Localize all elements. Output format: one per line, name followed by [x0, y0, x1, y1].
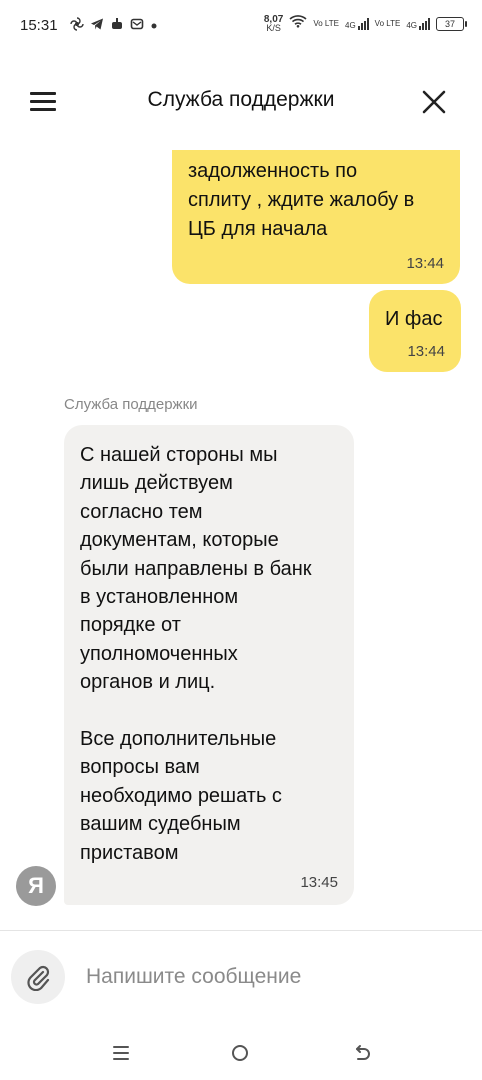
recent-apps-icon[interactable] — [112, 1044, 130, 1062]
status-time: 15:31 — [20, 17, 58, 34]
wifi-icon — [289, 14, 307, 33]
message-time: 13:45 — [300, 874, 338, 891]
message-input[interactable] — [86, 962, 456, 992]
message-text: С нашей стороны мы лишь действуем соглас… — [80, 444, 312, 864]
notification-icons — [70, 17, 158, 33]
sim2-net: 4G — [406, 20, 417, 30]
net-speed-unit: K/S — [266, 22, 281, 33]
game-icon — [110, 17, 124, 33]
fan-icon — [70, 17, 84, 33]
net-speed: 8,07 K/S — [264, 14, 283, 33]
support-avatar: Я — [16, 866, 56, 906]
back-icon[interactable] — [352, 1043, 372, 1063]
outgoing-message: И фас 13:44 — [369, 290, 461, 372]
status-bar: 15:31 8,07 K/S Vo LTE 4G Vo LTE 4G 37 — [0, 0, 482, 56]
mail-icon — [130, 17, 144, 33]
close-icon[interactable] — [420, 88, 448, 116]
message-text: И фас — [385, 308, 443, 330]
system-nav-bar — [0, 1030, 482, 1080]
sender-name: Служба поддержки — [64, 396, 198, 413]
sim1-signal: 4G — [345, 17, 369, 30]
attach-button[interactable] — [11, 950, 65, 1004]
status-right: 8,07 K/S Vo LTE 4G Vo LTE 4G 37 — [264, 14, 467, 33]
sim2-signal-icon — [419, 17, 430, 30]
message-text: погасить задолженность по сплиту , ждите… — [188, 150, 415, 240]
telegram-icon — [90, 17, 104, 33]
sim1-net: 4G — [345, 20, 356, 30]
sim2-volte: Vo LTE — [374, 18, 401, 28]
sim2-signal: 4G — [406, 17, 430, 30]
message-time: 13:44 — [407, 343, 445, 360]
paperclip-icon — [27, 965, 50, 991]
incoming-message: С нашей стороны мы лишь действуем соглас… — [64, 425, 354, 905]
composer-divider — [0, 930, 482, 931]
app-header: Служба поддержки — [0, 72, 482, 132]
message-time: 13:44 — [406, 255, 444, 272]
page-title: Служба поддержки — [147, 88, 335, 111]
dot-icon — [150, 19, 158, 32]
home-icon[interactable] — [231, 1044, 249, 1062]
chat-messages[interactable]: погасить задолженность по сплиту , ждите… — [0, 150, 482, 930]
battery-icon: 37 — [436, 16, 467, 31]
outgoing-message: погасить задолженность по сплиту , ждите… — [172, 150, 460, 284]
sim1-signal-icon — [357, 17, 369, 30]
sim1-volte: Vo LTE — [313, 18, 339, 28]
